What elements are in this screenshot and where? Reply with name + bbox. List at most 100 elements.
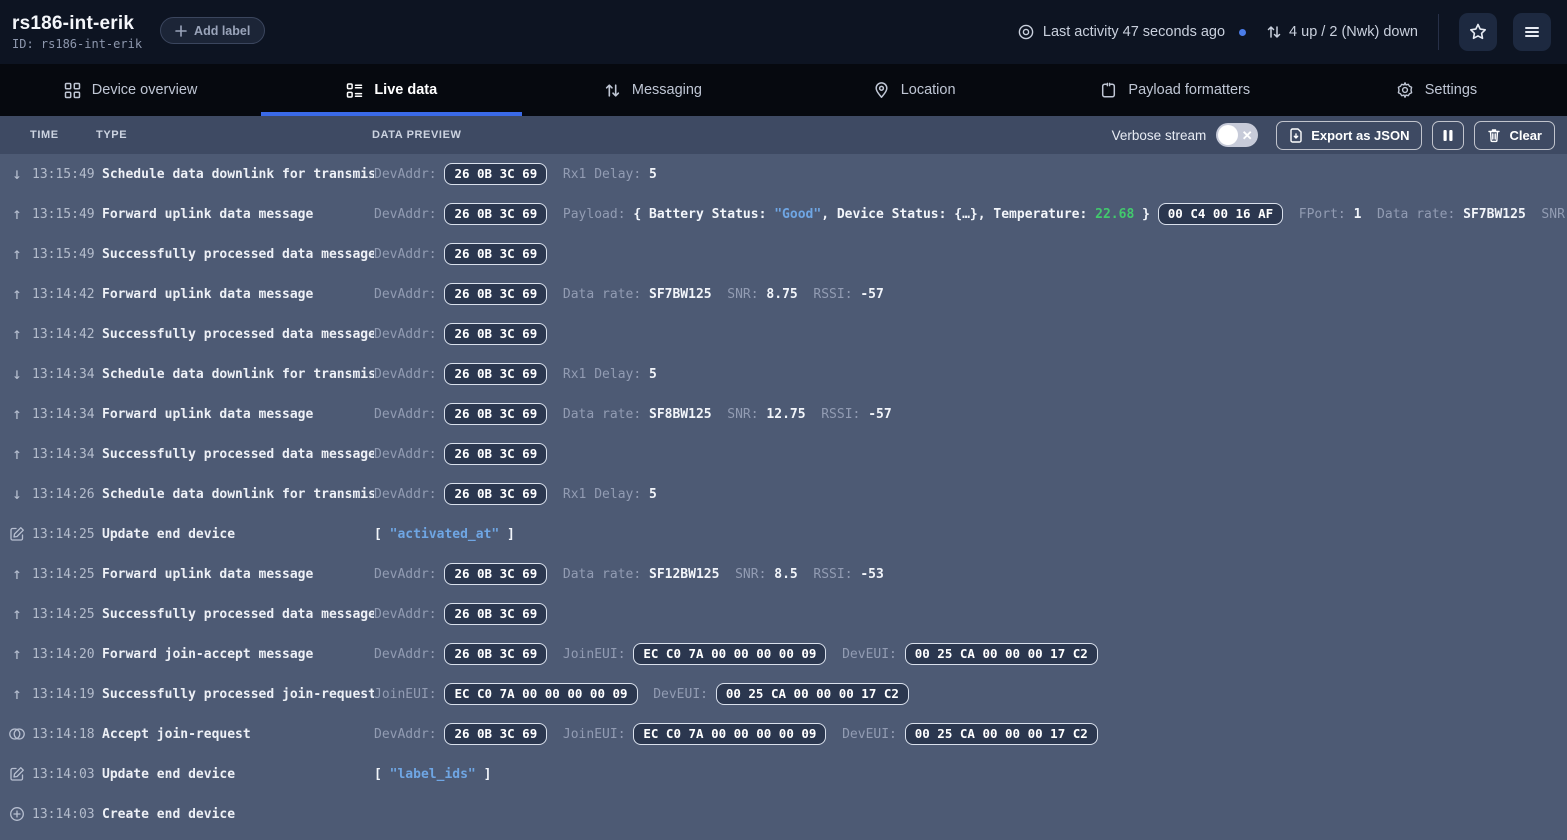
event-row[interactable]: ↑13:14:42Forward uplink data messageDevA… bbox=[0, 274, 1567, 314]
event-row[interactable]: ↓13:14:34Schedule data downlink for tran… bbox=[0, 354, 1567, 394]
preview-segment: ] bbox=[476, 767, 492, 782]
preview-segment: 12.75 bbox=[766, 407, 805, 422]
event-row[interactable]: ↓13:14:26Schedule data downlink for tran… bbox=[0, 474, 1567, 514]
event-time: 13:15:49 bbox=[32, 207, 98, 222]
menu-button[interactable] bbox=[1513, 13, 1551, 51]
preview-segment: DevAddr: bbox=[374, 327, 444, 342]
preview-segment: DevAddr: bbox=[374, 287, 444, 302]
hex-value-chip: 26 0B 3C 69 bbox=[444, 403, 547, 426]
pause-stream-button[interactable] bbox=[1432, 121, 1464, 150]
page-title: rs186-int-erik bbox=[12, 13, 142, 35]
toggle-knob bbox=[1218, 125, 1238, 145]
event-row[interactable]: 13:14:03Create end device bbox=[0, 794, 1567, 834]
preview-segment: Rx1 Delay: bbox=[547, 367, 649, 382]
hex-value-chip: 26 0B 3C 69 bbox=[444, 323, 547, 346]
event-data-preview: DevAddr: 26 0B 3C 69 bbox=[374, 243, 1567, 266]
event-row[interactable]: ↑13:14:20Forward join-accept messageDevA… bbox=[0, 634, 1567, 674]
column-header-time: TIME bbox=[26, 129, 96, 141]
event-data-preview: DevAddr: 26 0B 3C 69 bbox=[374, 323, 1567, 346]
gear-icon bbox=[1396, 81, 1414, 99]
event-row[interactable]: 13:14:18Accept join-requestDevAddr: 26 0… bbox=[0, 714, 1567, 754]
event-row[interactable]: ↑13:14:25Forward uplink data messageDevA… bbox=[0, 554, 1567, 594]
app-header: rs186-int-erik ID: rs186-int-erik Add la… bbox=[0, 0, 1567, 64]
export-json-button[interactable]: Export as JSON bbox=[1276, 121, 1422, 150]
hex-value-chip: 00 C4 00 16 AF bbox=[1158, 203, 1283, 226]
bookmark-button[interactable] bbox=[1459, 13, 1497, 51]
preview-segment: -57 bbox=[868, 407, 891, 422]
event-type: Forward join-accept message bbox=[102, 647, 374, 662]
preview-segment: DevAddr: bbox=[374, 367, 444, 382]
hex-value-chip: 26 0B 3C 69 bbox=[444, 723, 547, 746]
trash-icon bbox=[1487, 128, 1501, 143]
event-time: 13:14:19 bbox=[32, 687, 98, 702]
verbose-stream-toggle[interactable]: ✕ bbox=[1216, 123, 1258, 147]
event-row[interactable]: ↑13:15:49Successfully processed data mes… bbox=[0, 234, 1567, 274]
event-row[interactable]: ↑13:14:19Successfully processed join-req… bbox=[0, 674, 1567, 714]
preview-segment: -53 bbox=[860, 567, 883, 582]
preview-segment: } bbox=[1134, 207, 1157, 222]
event-time: 13:15:49 bbox=[32, 167, 98, 182]
uplink-arrow-icon: ↑ bbox=[6, 406, 28, 422]
divider bbox=[1438, 14, 1439, 50]
preview-segment: JoinEUI: bbox=[374, 687, 444, 702]
hex-value-chip: 26 0B 3C 69 bbox=[444, 203, 547, 226]
preview-segment: 22.68 bbox=[1095, 207, 1134, 222]
uplink-arrow-icon: ↑ bbox=[6, 246, 28, 262]
event-type: Forward uplink data message bbox=[102, 207, 374, 222]
preview-segment: JoinEUI: bbox=[547, 727, 633, 742]
tab-payload-formatters[interactable]: Payload formatters bbox=[1045, 64, 1306, 116]
tab-messaging[interactable]: Messaging bbox=[522, 64, 783, 116]
preview-segment: DevAddr: bbox=[374, 207, 444, 222]
grid-icon bbox=[64, 82, 81, 99]
event-row[interactable]: ↑ 13:15:49 Forward uplink data messageDevA… bbox=[0, 194, 1567, 234]
hex-value-chip: 26 0B 3C 69 bbox=[444, 363, 547, 386]
event-row[interactable]: ↓13:15:49Schedule data downlink for tran… bbox=[0, 154, 1567, 194]
preview-segment: RSSI: bbox=[798, 287, 861, 302]
uplink-arrow-icon: ↑ bbox=[6, 446, 28, 462]
preview-segment: -57 bbox=[860, 287, 883, 302]
preview-segment: 5 bbox=[649, 167, 657, 182]
event-time: 13:15:49 bbox=[32, 247, 98, 262]
hex-value-chip: 26 0B 3C 69 bbox=[444, 483, 547, 506]
uplink-arrow-icon: ↑ bbox=[6, 206, 28, 222]
event-row[interactable]: 13:14:25Update end device[ "activated_at… bbox=[0, 514, 1567, 554]
uplink-arrow-icon: ↑ bbox=[6, 606, 28, 622]
preview-segment: DevAddr: bbox=[374, 607, 444, 622]
list-icon bbox=[346, 82, 363, 99]
preview-segment: DevAddr: bbox=[374, 167, 444, 182]
event-row[interactable]: ↑13:14:34Successfully processed data mes… bbox=[0, 434, 1567, 474]
event-data-preview: DevAddr: 26 0B 3C 69 Rx1 Delay: 5 bbox=[374, 163, 1567, 186]
event-data-preview: [ "label_ids" ] bbox=[374, 767, 1567, 782]
add-label-button[interactable]: Add label bbox=[160, 17, 265, 44]
tab-location[interactable]: Location bbox=[784, 64, 1045, 116]
downlink-arrow-icon: ↓ bbox=[6, 166, 28, 182]
event-row[interactable]: ↑13:14:25Successfully processed data mes… bbox=[0, 594, 1567, 634]
pause-icon bbox=[1442, 129, 1454, 142]
preview-segment: 8.75 bbox=[766, 287, 797, 302]
join-accept-icon bbox=[6, 726, 28, 742]
event-time: 13:14:03 bbox=[32, 767, 98, 782]
formatter-icon bbox=[1100, 82, 1117, 99]
event-data-preview: DevAddr: 26 0B 3C 69 Data rate: SF7BW125… bbox=[374, 283, 1567, 306]
clear-button[interactable]: Clear bbox=[1474, 121, 1555, 150]
preview-segment: Rx1 Delay: bbox=[547, 487, 649, 502]
downlink-arrow-icon: ↓ bbox=[6, 486, 28, 502]
event-row[interactable]: ↑13:14:42Successfully processed data mes… bbox=[0, 314, 1567, 354]
tab-live-data[interactable]: Live data bbox=[261, 64, 522, 116]
preview-segment: "Good" bbox=[774, 207, 821, 222]
preview-segment: SNR: bbox=[1526, 207, 1567, 222]
preview-segment: Data rate: bbox=[547, 407, 649, 422]
preview-segment: Data rate: bbox=[1361, 207, 1463, 222]
preview-segment: SF8BW125 bbox=[649, 407, 712, 422]
event-row[interactable]: ↑13:14:34Forward uplink data messageDevA… bbox=[0, 394, 1567, 434]
event-data-preview: [ "activated_at" ] bbox=[374, 527, 1567, 542]
event-data-preview: DevAddr: 26 0B 3C 69 Data rate: SF8BW125… bbox=[374, 403, 1567, 426]
event-row[interactable]: 13:14:03Update end device[ "label_ids" ] bbox=[0, 754, 1567, 794]
hex-value-chip: 26 0B 3C 69 bbox=[444, 563, 547, 586]
event-type: Accept join-request bbox=[102, 727, 374, 742]
tab-settings[interactable]: Settings bbox=[1306, 64, 1567, 116]
preview-segment: DevAddr: bbox=[374, 567, 444, 582]
uplink-arrow-icon: ↑ bbox=[6, 286, 28, 302]
tab-device-overview[interactable]: Device overview bbox=[0, 64, 261, 116]
event-type: Successfully processed join-request bbox=[102, 687, 374, 702]
